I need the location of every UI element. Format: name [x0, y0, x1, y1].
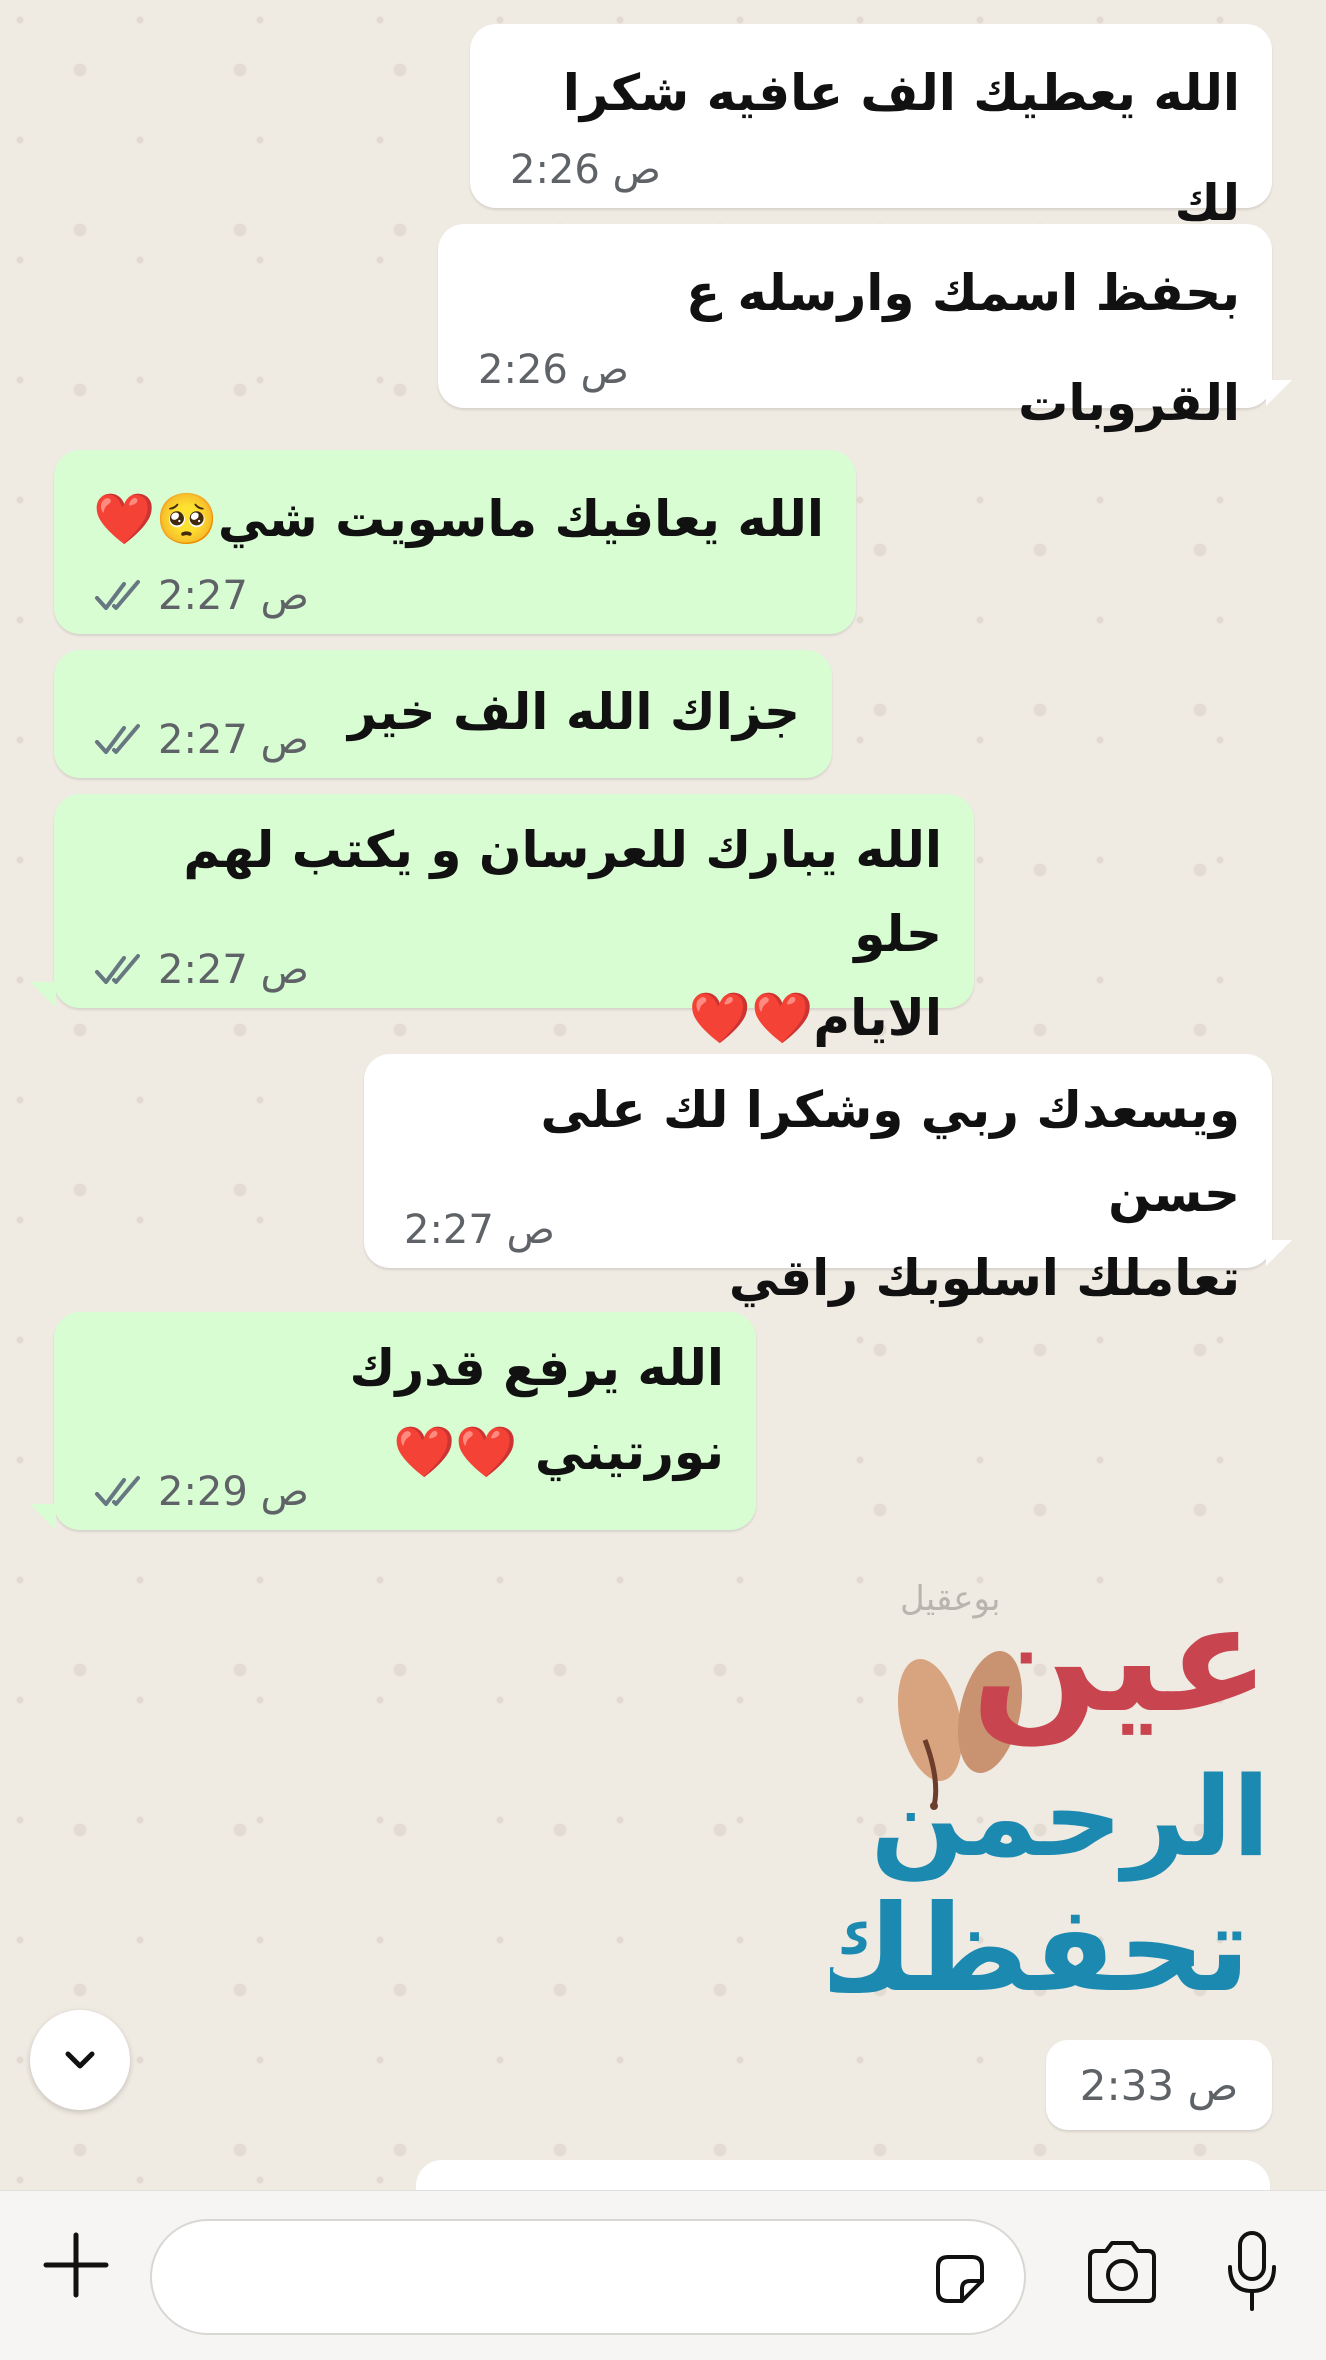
bubble-tail	[30, 1504, 56, 1530]
composer-bar	[0, 2190, 1326, 2360]
message-meta: 2:26 ص	[510, 146, 661, 194]
message-meta: 2:27 ص	[94, 716, 309, 764]
sticker-line1: عين	[971, 1572, 1270, 1747]
sticker-time: 2:33 ص	[1046, 2040, 1272, 2130]
chat-area[interactable]: الله يعطيك الف عافيه شكرا لك 2:26 ص بحفظ…	[0, 0, 1326, 2190]
bubble-tail	[1266, 1240, 1292, 1266]
sticker-image[interactable]: بوعقيل عين الرحمن تحفظك	[830, 1570, 1290, 2040]
read-ticks-icon	[95, 580, 140, 610]
read-ticks-icon	[95, 954, 140, 984]
plus-icon[interactable]	[38, 2227, 114, 2303]
message-meta: 2:27 ص	[404, 1206, 555, 1254]
sticker-time-text: 2:33 ص	[1079, 2060, 1239, 2110]
message-text-line: الله يرفع قدرك	[349, 1339, 724, 1397]
message-incoming-partial[interactable]	[416, 2160, 1270, 2190]
message-meta: 2:29 ص	[94, 1468, 309, 1516]
sticker-icon[interactable]	[928, 2247, 992, 2311]
message-outgoing[interactable]: الله يعافيك ماسويت شي🥺❤️ 2:27 ص	[54, 450, 856, 634]
message-incoming[interactable]: بحفظ اسمك وارسله ع القروبات 2:26 ص	[438, 224, 1272, 432]
microphone-icon[interactable]	[1222, 2227, 1282, 2317]
sticker-line3: تحفظك	[830, 1880, 1250, 2019]
message-input[interactable]	[150, 2219, 1026, 2335]
message-time: 2:27 ص	[158, 573, 309, 619]
message-incoming[interactable]: الله يعطيك الف عافيه شكرا لك 2:26 ص	[470, 24, 1272, 232]
chevron-down-icon	[65, 2051, 95, 2069]
bubble-tail	[30, 982, 56, 1008]
camera-icon[interactable]	[1082, 2233, 1162, 2313]
message-meta: 2:27 ص	[94, 572, 309, 620]
scroll-to-bottom-button[interactable]	[30, 2010, 130, 2110]
message-time: 2:27 ص	[158, 717, 309, 763]
bubble-tail	[1266, 380, 1292, 406]
message-time: 2:27 ص	[158, 947, 309, 993]
message-meta: 2:27 ص	[94, 946, 309, 994]
message-time: 2:29 ص	[158, 1469, 309, 1515]
message-meta: 2:26 ص	[478, 346, 629, 394]
message-outgoing[interactable]: الله يبارك للعرسان و يكتب لهم حلو الايام…	[54, 794, 974, 1047]
message-time: 2:27 ص	[404, 1207, 555, 1253]
sticker-line2: الرحمن	[871, 1753, 1270, 1882]
message-time: 2:26 ص	[510, 147, 661, 193]
message-text: الله يعافيك ماسويت شي🥺❤️	[93, 490, 824, 548]
message-outgoing[interactable]: الله يرفع قدرك نورتيني ❤️❤️ 2:29 ص	[54, 1312, 756, 1530]
message-time: 2:26 ص	[478, 347, 629, 393]
message-incoming[interactable]: ويسعدك ربي وشكرا لك على حسن تعاملك اسلوب…	[364, 1054, 1272, 1307]
read-ticks-icon	[95, 1476, 140, 1506]
read-ticks-icon	[95, 724, 140, 754]
message-outgoing[interactable]: جزاك الله الف خير 2:27 ص	[54, 650, 832, 778]
